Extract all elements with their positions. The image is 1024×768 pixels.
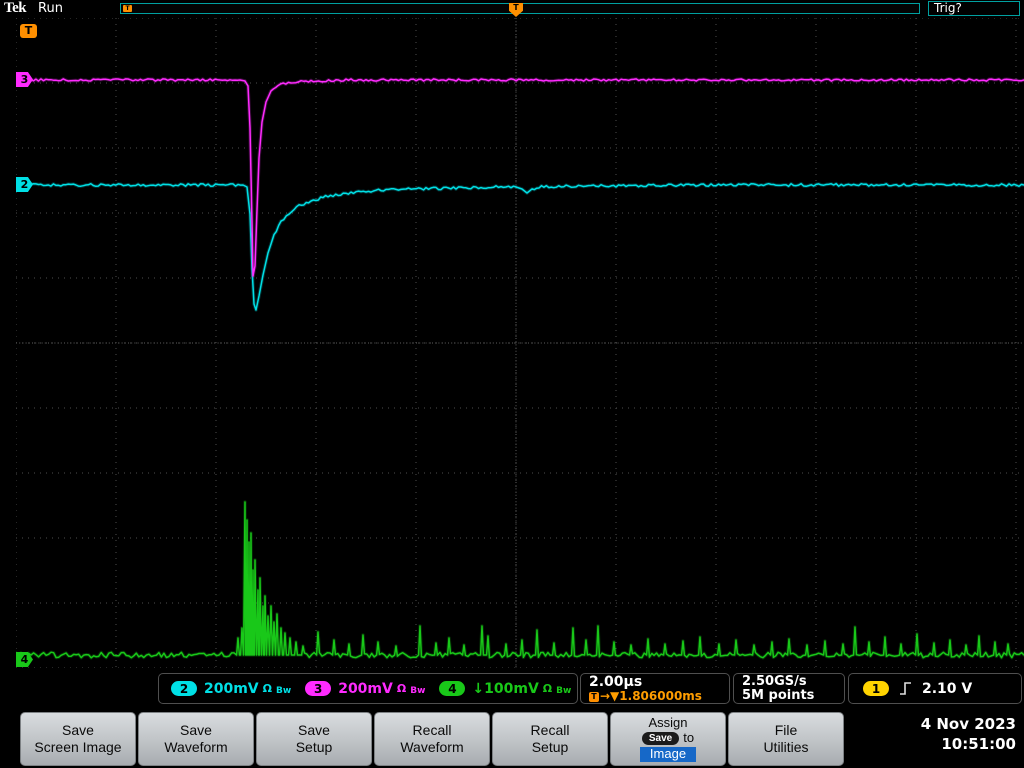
record-length: 5M points [742,689,836,703]
channel-2-bandwidth-icon: Bw [276,686,291,696]
trigger-time-readout: T →▼1.806000ms [589,690,721,703]
channel-3-scale: 200mV [338,681,393,697]
trigger-t-icon: T [589,692,599,702]
assign-save-to-image-button[interactable]: Assign Save to Image [610,712,726,766]
recall-setup-button[interactable]: Recall Setup [492,712,608,766]
button-label: Save [298,722,330,740]
trigger-position-marker[interactable]: T [509,3,523,17]
bottom-menu-bar: Save Screen Image Save Waveform Save Set… [0,708,1024,768]
channel-4-coupling-icon: Ω [543,682,552,695]
trigger-source-badge[interactable]: 1 [863,681,889,696]
image-chip: Image [640,747,696,762]
date-time: 4 Nov 2023 10:51:00 [921,714,1016,755]
save-setup-button[interactable]: Save Setup [256,712,372,766]
graticule: T 3 2 4 [16,18,1024,668]
channel-4-bandwidth-icon: Bw [556,686,571,696]
recall-waveform-button[interactable]: Recall Waveform [374,712,490,766]
top-status-bar: Tek Run T T Trig? [0,0,1024,18]
save-chip: Save [642,732,679,746]
channel-3-badge[interactable]: 3 [305,681,331,696]
channel-4-scale: ↓100mV [472,681,538,697]
button-label: Recall [531,722,570,740]
waveform-svg [16,18,1024,668]
channel-2-coupling-icon: Ω [263,682,272,695]
trigger-time-badge[interactable]: T [20,24,37,38]
channel-4-badge[interactable]: 4 [439,681,465,696]
horizontal-readout-box[interactable]: 2.00µs T →▼1.806000ms [580,673,730,704]
button-label: Waveform [164,739,227,757]
channel-3-bandwidth-icon: Bw [410,686,425,696]
channel-3-coupling-icon: Ω [397,682,406,695]
channel-readouts-box[interactable]: 2 200mV Ω Bw 3 200mV Ω Bw 4 ↓100mV Ω Bw [158,673,578,704]
rising-edge-slope-icon [899,680,912,697]
button-label: Setup [296,739,333,757]
acquisition-readout-box[interactable]: 2.50GS/s 5M points [733,673,845,704]
trigger-time-value: →▼1.806000ms [600,689,702,703]
sample-rate: 2.50GS/s [742,675,836,689]
status-readout-bar: 2 200mV Ω Bw 3 200mV Ω Bw 4 ↓100mV Ω Bw … [0,671,1024,708]
file-utilities-button[interactable]: File Utilities [728,712,844,766]
button-label: Utilities [763,739,808,757]
button-label: Save [180,722,212,740]
button-label: Save to [642,731,694,747]
timebase-scale: 2.00µs [589,675,721,690]
record-trigger-icon: T [123,5,132,12]
trigger-level: 2.10 V [922,681,972,697]
trigger-state-box: Trig? [928,1,1020,16]
button-label: Save [62,722,94,740]
save-waveform-button[interactable]: Save Waveform [138,712,254,766]
channel-2-scale: 200mV [204,681,259,697]
trigger-readout-box[interactable]: 1 2.10 V [848,673,1022,704]
save-screen-image-button[interactable]: Save Screen Image [20,712,136,766]
date: 4 Nov 2023 [921,714,1016,734]
channel-2-badge[interactable]: 2 [171,681,197,696]
acquisition-status: Run [38,1,63,16]
time: 10:51:00 [921,734,1016,754]
tek-logo: Tek [4,0,26,17]
button-label: Screen Image [34,739,121,757]
button-label: Assign [648,716,687,731]
button-label: Setup [532,739,569,757]
button-label: File [775,722,798,740]
button-label: Waveform [400,739,463,757]
button-label: Recall [413,722,452,740]
